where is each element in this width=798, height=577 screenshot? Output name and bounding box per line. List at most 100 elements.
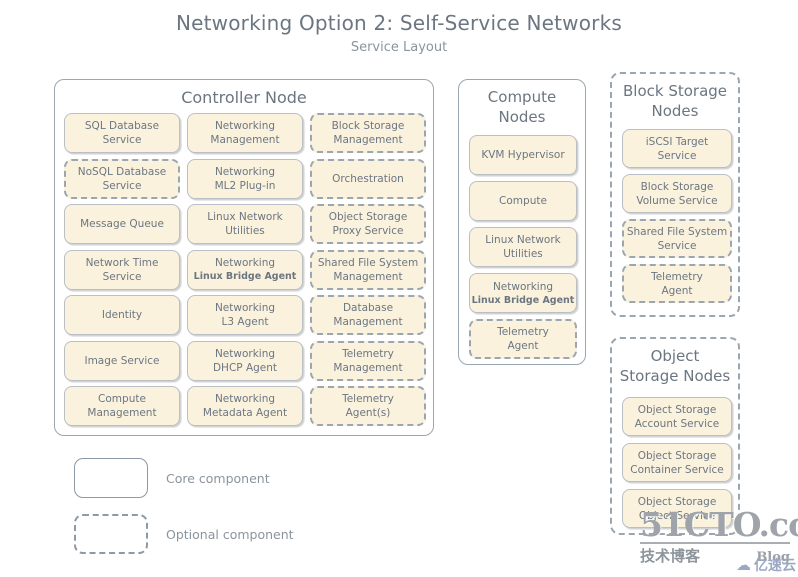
block-storage-nodes-title: Block Storage Nodes	[612, 81, 738, 121]
block-storage-nodes-title-line1: Block Storage	[622, 82, 728, 100]
service-label-line2: Service	[102, 134, 142, 146]
service-box: Identity	[64, 295, 180, 335]
service-label-line2: Account Service	[634, 417, 720, 430]
legend-item-core: Core component	[74, 458, 294, 498]
title-block: Networking Option 2: Self-Service Networ…	[0, 10, 798, 58]
service-label-line2: Utilities	[225, 225, 265, 237]
service-box: Networking Linux Bridge Agent	[469, 273, 577, 313]
service-label-line2: Volume Service	[636, 194, 718, 207]
service-label-line1: Object Storage	[637, 403, 717, 416]
service-box: Linux Network Utilities	[469, 227, 577, 267]
service-label-line1: Block Storage	[331, 120, 405, 132]
service-box: Shared File System Service	[622, 219, 732, 258]
service-box: Networking DHCP Agent	[187, 340, 303, 381]
service-label-line2: Service	[657, 239, 697, 252]
object-storage-nodes-service-list: Object Storage Account Service Object Stor…	[622, 397, 732, 528]
service-label-line1: Identity	[101, 309, 143, 321]
service-box: Telemetry Management	[310, 340, 426, 381]
service-label-line1: Networking	[214, 257, 276, 269]
service-box: Telemetry Agent	[622, 264, 732, 303]
service-box: Database Management	[310, 295, 426, 335]
service-label-line2: Management	[333, 270, 403, 283]
service-label-line2: Service	[102, 179, 142, 192]
service-box: KVM Hypervisor	[469, 135, 577, 175]
block-storage-nodes-group: Block Storage Nodes iSCSI Target Service B…	[610, 72, 740, 317]
service-label-line1: Networking	[214, 393, 276, 405]
service-box: Object Storage Container Service	[622, 443, 732, 482]
legend-item-optional: Optional component	[74, 514, 294, 554]
compute-nodes-title-line2: Nodes	[498, 108, 546, 126]
service-label-line1: Shared File System	[626, 225, 728, 238]
service-box: Object Storage Object Service	[622, 489, 732, 528]
service-label-line2: ML2 Plug-in	[214, 179, 276, 192]
compute-nodes-service-list: KVM Hypervisor Compute Linux Network Utilit…	[469, 135, 577, 359]
service-box: Networking Metadata Agent	[187, 386, 303, 426]
service-label-line1: Networking	[214, 120, 276, 132]
watermark-subtitle: 技术博客 Blog	[640, 545, 790, 566]
service-label-line1: iSCSI Target	[645, 135, 709, 148]
service-label-line2: Service	[102, 270, 142, 283]
legend-swatch-core	[74, 458, 148, 498]
service-label-line2: Proxy Service	[332, 225, 404, 237]
service-label-line1: Message Queue	[80, 218, 164, 230]
service-label-line1: Shared File System	[317, 256, 419, 269]
service-label-line1: SQL Database	[84, 120, 160, 132]
service-label-line2: Linux Bridge Agent	[471, 294, 575, 306]
service-label-line1: Database	[342, 302, 394, 314]
service-label-line2: Container Service	[630, 463, 724, 476]
page-subtitle: Service Layout	[350, 40, 448, 55]
service-box: Networking Management	[187, 113, 303, 153]
service-label-line1: NoSQL Database	[77, 165, 167, 178]
service-label-line1: Network Time	[85, 256, 159, 269]
object-storage-nodes-title: Object Storage Nodes	[612, 346, 738, 386]
watermark-subtitle-en: Blog	[756, 550, 790, 565]
service-box: Compute Management	[64, 386, 180, 426]
service-box: Networking L3 Agent	[187, 295, 303, 335]
service-label-line2: Object Service	[638, 509, 716, 522]
service-label-line1: Telemetry	[651, 270, 703, 283]
object-storage-nodes-title-line2: Storage Nodes	[619, 367, 731, 385]
service-box: Network Time Service	[64, 249, 180, 290]
service-label-line2: Agent	[661, 284, 693, 297]
service-box: Compute	[469, 181, 577, 221]
service-label-line1: Networking	[214, 165, 276, 178]
object-storage-nodes-title-line1: Object	[650, 347, 700, 365]
service-box: iSCSI Target Service	[622, 129, 732, 168]
service-box: Message Queue	[64, 204, 180, 244]
compute-nodes-group: Compute Nodes KVM Hypervisor Compute Linux…	[458, 79, 586, 365]
service-label-line2: Agent	[507, 340, 539, 352]
service-label-line1: Orchestration	[332, 172, 404, 185]
service-label-line2: Service	[657, 149, 697, 162]
service-label-line1: Networking	[214, 347, 276, 360]
service-label-line2: Agent(s)	[345, 407, 391, 419]
service-box: Telemetry Agent(s)	[310, 386, 426, 426]
service-label-line1: Telemetry	[342, 393, 394, 405]
service-box: Block Storage Management	[310, 113, 426, 153]
service-label-line1: Image Service	[84, 354, 160, 367]
service-box: Orchestration	[310, 158, 426, 199]
service-box: SQL Database Service	[64, 113, 180, 153]
service-label-line1: Compute	[499, 195, 547, 207]
object-storage-nodes-group: Object Storage Nodes Object Storage Accou…	[610, 337, 740, 535]
service-box: Shared File System Management	[310, 249, 426, 290]
watermark-brand: ☁ 亿速云	[736, 555, 796, 575]
service-label-line1: Object Storage	[637, 449, 717, 462]
service-label-line2: Linux Bridge Agent	[193, 271, 297, 282]
service-box: Telemetry Agent	[469, 319, 577, 359]
service-label-line2: Management	[333, 134, 403, 146]
service-box: Image Service	[64, 340, 180, 381]
legend-swatch-optional	[74, 514, 148, 554]
watermark-divider	[640, 542, 790, 544]
controller-node-group: Controller Node SQL Database Service Netwo…	[54, 79, 434, 436]
service-label-line1: Compute	[98, 393, 146, 405]
compute-nodes-title: Compute Nodes	[459, 87, 585, 127]
service-label-line2: Utilities	[503, 248, 543, 260]
cloud-icon: ☁	[736, 555, 751, 574]
service-label-line1: Telemetry	[342, 347, 394, 360]
service-box: Linux Network Utilities	[187, 204, 303, 244]
service-label-line2: Management	[333, 361, 403, 374]
service-label-line2: Management	[333, 316, 403, 328]
legend-label-core: Core component	[166, 470, 270, 486]
service-box: Object Storage Proxy Service	[310, 204, 426, 244]
service-label-line1: KVM Hypervisor	[481, 149, 565, 161]
